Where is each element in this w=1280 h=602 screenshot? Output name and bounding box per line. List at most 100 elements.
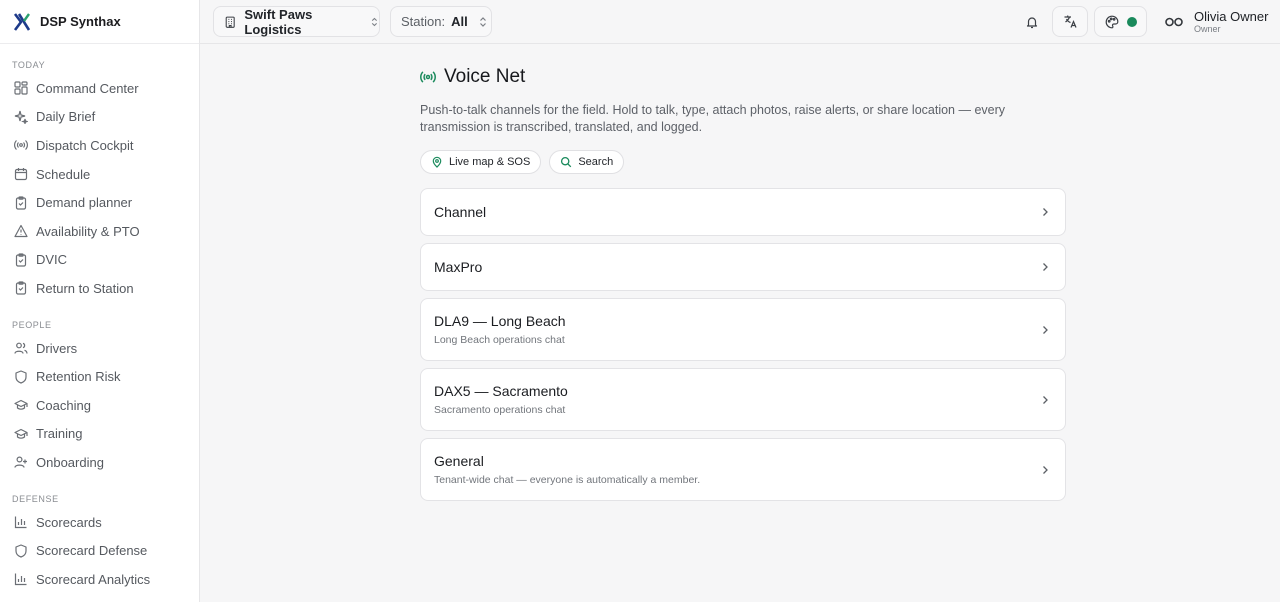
chip-label: Live map & SOS bbox=[449, 156, 531, 168]
channel-card-dax5[interactable]: DAX5 — Sacramento Sacramento operations … bbox=[420, 368, 1066, 431]
nav-command-center[interactable]: Command Center bbox=[0, 74, 199, 103]
station-value: All bbox=[451, 14, 468, 29]
alert-triangle-icon bbox=[14, 225, 28, 238]
bar-chart-icon bbox=[14, 516, 27, 529]
chevron-right-icon bbox=[1043, 325, 1048, 334]
channel-card-general[interactable]: General Tenant-wide chat — everyone is a… bbox=[420, 438, 1066, 501]
chevron-right-icon bbox=[1043, 465, 1048, 474]
radio-icon bbox=[14, 140, 28, 151]
nav-label: Coaching bbox=[36, 397, 91, 413]
section-label-today: TODAY bbox=[12, 60, 46, 70]
channel-card-maxpro[interactable]: MaxPro bbox=[420, 243, 1066, 291]
nav-label: Schedule bbox=[36, 166, 91, 182]
channel-title: DLA9 — Long Beach bbox=[434, 313, 566, 329]
radio-icon bbox=[420, 71, 436, 83]
nav-schedule[interactable]: Schedule bbox=[0, 160, 199, 189]
nav-coaching[interactable]: Coaching bbox=[0, 391, 199, 420]
nav-training[interactable]: Training bbox=[0, 420, 199, 449]
nav-label: Command Center bbox=[36, 80, 139, 96]
avatar bbox=[1165, 17, 1183, 26]
nav-label: Scorecard Defense bbox=[36, 543, 148, 559]
shield-icon bbox=[15, 544, 27, 558]
station-label: Station: bbox=[401, 14, 446, 29]
page-description: Push-to-talk channels for the field. Hol… bbox=[420, 103, 1006, 134]
nav-label: Training bbox=[36, 426, 83, 442]
graduation-cap-icon bbox=[14, 428, 28, 439]
channel-title: MaxPro bbox=[434, 259, 483, 275]
nav-label: Scorecards bbox=[36, 514, 102, 530]
channel-title: DAX5 — Sacramento bbox=[434, 383, 568, 399]
nav-onboarding[interactable]: Onboarding bbox=[0, 448, 199, 477]
channel-card-dla9[interactable]: DLA9 — Long Beach Long Beach operations … bbox=[420, 298, 1066, 361]
clipboard-check-icon bbox=[15, 281, 27, 296]
nav-daily-brief[interactable]: Daily Brief bbox=[0, 103, 199, 132]
sparkle-icon bbox=[14, 110, 28, 124]
nav-label: Demand planner bbox=[36, 195, 133, 211]
station-selector[interactable]: Station: All bbox=[390, 6, 492, 37]
nav-label: Daily Brief bbox=[36, 109, 96, 125]
brand-logo-icon bbox=[13, 12, 31, 31]
sidebar: DSP Synthax TODAY Command Center Daily B… bbox=[0, 0, 200, 602]
translate-button[interactable] bbox=[1052, 6, 1088, 37]
bell-icon bbox=[1026, 16, 1038, 28]
graduation-cap-icon bbox=[14, 400, 28, 411]
map-pin-icon bbox=[432, 156, 442, 168]
nav-label: Retention Risk bbox=[36, 369, 121, 385]
search-icon bbox=[561, 156, 572, 168]
org-name: Swift Paws Logistics bbox=[244, 6, 313, 37]
translate-icon bbox=[1064, 15, 1077, 28]
live-map-sos-button[interactable]: Live map & SOS bbox=[420, 150, 542, 174]
user-name: Olivia Owner bbox=[1194, 8, 1269, 24]
nav-return-to-station[interactable]: Return to Station bbox=[0, 274, 199, 303]
nav-label: DVIC bbox=[36, 252, 68, 268]
chevron-right-icon bbox=[1043, 395, 1048, 404]
topbar: Swift Paws Logistics Station: All Olivia… bbox=[200, 0, 1280, 44]
notifications-button[interactable] bbox=[1020, 6, 1044, 37]
section-label-defense: DEFENSE bbox=[12, 493, 59, 504]
org-switcher[interactable]: Swift Paws Logistics bbox=[213, 6, 380, 37]
title-row: Voice Net bbox=[420, 66, 525, 88]
nav-label: Onboarding bbox=[36, 454, 104, 470]
nav-label: Drivers bbox=[36, 340, 78, 356]
channel-subtitle: Tenant-wide chat — everyone is automatic… bbox=[434, 474, 701, 486]
users-icon bbox=[14, 342, 28, 354]
channel-list: Channel MaxPro DLA9 — Long Beach Long Be… bbox=[420, 188, 1066, 508]
chip-row: Live map & SOS Search bbox=[420, 150, 625, 174]
nav-scorecard-defense[interactable]: Scorecard Defense bbox=[0, 536, 199, 565]
chevron-right-icon bbox=[1043, 263, 1048, 271]
channel-card-channel[interactable]: Channel bbox=[420, 188, 1066, 236]
theme-button[interactable] bbox=[1094, 6, 1147, 37]
brand[interactable]: DSP Synthax bbox=[0, 0, 199, 44]
clipboard-check-icon bbox=[15, 253, 27, 267]
nav-availability-pto[interactable]: Availability & PTO bbox=[0, 217, 199, 246]
status-dot bbox=[1126, 16, 1137, 27]
section-label-people: PEOPLE bbox=[12, 319, 52, 330]
bar-chart-icon bbox=[14, 573, 27, 586]
clipboard-icon bbox=[15, 196, 27, 210]
user-text: Olivia Owner Owner bbox=[1194, 10, 1268, 34]
search-button[interactable]: Search bbox=[549, 150, 625, 174]
app-name: DSP Synthax bbox=[40, 14, 121, 29]
channel-title: Channel bbox=[434, 204, 487, 220]
page-title: Voice Net bbox=[444, 66, 526, 87]
nav-label: Scorecard Analytics bbox=[36, 571, 151, 587]
chip-label: Search bbox=[578, 156, 614, 168]
user-plus-icon bbox=[14, 456, 27, 469]
nav-retention-risk[interactable]: Retention Risk bbox=[0, 362, 199, 391]
nav-label: Dispatch Cockpit bbox=[36, 137, 134, 153]
nav-dvic[interactable]: DVIC bbox=[0, 246, 199, 275]
building-icon bbox=[225, 16, 235, 28]
user-role: Owner bbox=[1194, 23, 1221, 34]
nav-dispatch-cockpit[interactable]: Dispatch Cockpit bbox=[0, 131, 199, 160]
nav-demand-planner[interactable]: Demand planner bbox=[0, 188, 199, 217]
nav-drivers[interactable]: Drivers bbox=[0, 334, 199, 363]
calendar-icon bbox=[14, 168, 28, 181]
chevron-up-down-icon bbox=[479, 16, 486, 27]
nav-label: Return to Station bbox=[36, 280, 134, 296]
channel-title: General bbox=[434, 453, 484, 469]
user-menu[interactable]: Olivia Owner Owner bbox=[1164, 6, 1268, 37]
nav-scorecards[interactable]: Scorecards bbox=[0, 508, 199, 537]
grid-icon bbox=[14, 81, 28, 95]
nav-scorecard-analytics[interactable]: Scorecard Analytics bbox=[0, 565, 199, 594]
shield-icon bbox=[15, 370, 27, 384]
